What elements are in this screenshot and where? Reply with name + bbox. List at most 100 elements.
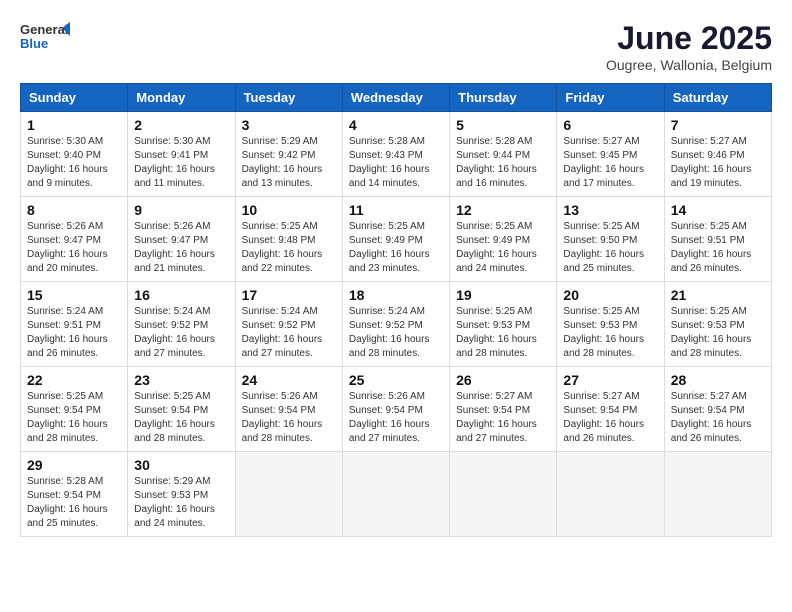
day-number: 17 xyxy=(242,287,336,303)
calendar-cell: 26 Sunrise: 5:27 AMSunset: 9:54 PMDaylig… xyxy=(450,367,557,452)
day-number: 20 xyxy=(563,287,657,303)
calendar-cell: 11 Sunrise: 5:25 AMSunset: 9:49 PMDaylig… xyxy=(342,197,449,282)
day-number: 12 xyxy=(456,202,550,218)
day-number: 1 xyxy=(27,117,121,133)
day-info: Sunrise: 5:26 AMSunset: 9:54 PMDaylight:… xyxy=(349,390,443,446)
day-info: Sunrise: 5:24 AMSunset: 9:52 PMDaylight:… xyxy=(242,305,336,361)
day-info: Sunrise: 5:30 AMSunset: 9:40 PMDaylight:… xyxy=(27,135,121,191)
calendar-cell xyxy=(450,452,557,537)
day-number: 4 xyxy=(349,117,443,133)
day-number: 29 xyxy=(27,457,121,473)
calendar-cell: 2 Sunrise: 5:30 AMSunset: 9:41 PMDayligh… xyxy=(128,112,235,197)
day-info: Sunrise: 5:25 AMSunset: 9:49 PMDaylight:… xyxy=(349,220,443,276)
day-info: Sunrise: 5:27 AMSunset: 9:54 PMDaylight:… xyxy=(456,390,550,446)
calendar-cell: 13 Sunrise: 5:25 AMSunset: 9:50 PMDaylig… xyxy=(557,197,664,282)
week-row-4: 22 Sunrise: 5:25 AMSunset: 9:54 PMDaylig… xyxy=(21,367,772,452)
col-friday: Friday xyxy=(557,84,664,112)
calendar-cell xyxy=(235,452,342,537)
day-info: Sunrise: 5:28 AMSunset: 9:44 PMDaylight:… xyxy=(456,135,550,191)
day-info: Sunrise: 5:25 AMSunset: 9:53 PMDaylight:… xyxy=(456,305,550,361)
calendar-cell xyxy=(342,452,449,537)
calendar-cell: 8 Sunrise: 5:26 AMSunset: 9:47 PMDayligh… xyxy=(21,197,128,282)
day-number: 13 xyxy=(563,202,657,218)
day-number: 10 xyxy=(242,202,336,218)
day-info: Sunrise: 5:24 AMSunset: 9:51 PMDaylight:… xyxy=(27,305,121,361)
col-tuesday: Tuesday xyxy=(235,84,342,112)
day-info: Sunrise: 5:26 AMSunset: 9:47 PMDaylight:… xyxy=(27,220,121,276)
day-info: Sunrise: 5:26 AMSunset: 9:47 PMDaylight:… xyxy=(134,220,228,276)
calendar-cell: 7 Sunrise: 5:27 AMSunset: 9:46 PMDayligh… xyxy=(664,112,771,197)
day-info: Sunrise: 5:25 AMSunset: 9:53 PMDaylight:… xyxy=(563,305,657,361)
calendar-cell: 10 Sunrise: 5:25 AMSunset: 9:48 PMDaylig… xyxy=(235,197,342,282)
day-number: 11 xyxy=(349,202,443,218)
day-number: 23 xyxy=(134,372,228,388)
day-info: Sunrise: 5:27 AMSunset: 9:45 PMDaylight:… xyxy=(563,135,657,191)
day-info: Sunrise: 5:29 AMSunset: 9:53 PMDaylight:… xyxy=(134,475,228,531)
day-info: Sunrise: 5:24 AMSunset: 9:52 PMDaylight:… xyxy=(134,305,228,361)
day-number: 18 xyxy=(349,287,443,303)
day-info: Sunrise: 5:25 AMSunset: 9:53 PMDaylight:… xyxy=(671,305,765,361)
day-number: 25 xyxy=(349,372,443,388)
day-info: Sunrise: 5:27 AMSunset: 9:46 PMDaylight:… xyxy=(671,135,765,191)
calendar-cell: 23 Sunrise: 5:25 AMSunset: 9:54 PMDaylig… xyxy=(128,367,235,452)
calendar-cell: 20 Sunrise: 5:25 AMSunset: 9:53 PMDaylig… xyxy=(557,282,664,367)
day-info: Sunrise: 5:25 AMSunset: 9:50 PMDaylight:… xyxy=(563,220,657,276)
page-header: General Blue June 2025 Ougree, Wallonia,… xyxy=(20,20,772,73)
calendar-cell: 17 Sunrise: 5:24 AMSunset: 9:52 PMDaylig… xyxy=(235,282,342,367)
calendar-cell: 28 Sunrise: 5:27 AMSunset: 9:54 PMDaylig… xyxy=(664,367,771,452)
col-saturday: Saturday xyxy=(664,84,771,112)
day-number: 24 xyxy=(242,372,336,388)
day-number: 19 xyxy=(456,287,550,303)
calendar-cell xyxy=(557,452,664,537)
logo: General Blue xyxy=(20,20,70,55)
day-info: Sunrise: 5:27 AMSunset: 9:54 PMDaylight:… xyxy=(671,390,765,446)
week-row-5: 29 Sunrise: 5:28 AMSunset: 9:54 PMDaylig… xyxy=(21,452,772,537)
calendar-cell: 4 Sunrise: 5:28 AMSunset: 9:43 PMDayligh… xyxy=(342,112,449,197)
col-monday: Monday xyxy=(128,84,235,112)
calendar-cell: 27 Sunrise: 5:27 AMSunset: 9:54 PMDaylig… xyxy=(557,367,664,452)
calendar-cell: 21 Sunrise: 5:25 AMSunset: 9:53 PMDaylig… xyxy=(664,282,771,367)
svg-text:General: General xyxy=(20,22,68,37)
day-number: 2 xyxy=(134,117,228,133)
col-wednesday: Wednesday xyxy=(342,84,449,112)
day-info: Sunrise: 5:26 AMSunset: 9:54 PMDaylight:… xyxy=(242,390,336,446)
day-info: Sunrise: 5:25 AMSunset: 9:54 PMDaylight:… xyxy=(134,390,228,446)
day-number: 16 xyxy=(134,287,228,303)
week-row-1: 1 Sunrise: 5:30 AMSunset: 9:40 PMDayligh… xyxy=(21,112,772,197)
calendar-cell: 24 Sunrise: 5:26 AMSunset: 9:54 PMDaylig… xyxy=(235,367,342,452)
day-number: 9 xyxy=(134,202,228,218)
calendar-cell: 30 Sunrise: 5:29 AMSunset: 9:53 PMDaylig… xyxy=(128,452,235,537)
calendar-cell: 1 Sunrise: 5:30 AMSunset: 9:40 PMDayligh… xyxy=(21,112,128,197)
calendar-cell: 16 Sunrise: 5:24 AMSunset: 9:52 PMDaylig… xyxy=(128,282,235,367)
day-number: 28 xyxy=(671,372,765,388)
calendar-cell: 29 Sunrise: 5:28 AMSunset: 9:54 PMDaylig… xyxy=(21,452,128,537)
calendar-cell: 15 Sunrise: 5:24 AMSunset: 9:51 PMDaylig… xyxy=(21,282,128,367)
day-number: 26 xyxy=(456,372,550,388)
calendar-cell: 6 Sunrise: 5:27 AMSunset: 9:45 PMDayligh… xyxy=(557,112,664,197)
day-info: Sunrise: 5:25 AMSunset: 9:48 PMDaylight:… xyxy=(242,220,336,276)
day-number: 21 xyxy=(671,287,765,303)
day-number: 15 xyxy=(27,287,121,303)
logo-icon: General Blue xyxy=(20,20,70,55)
calendar-cell: 5 Sunrise: 5:28 AMSunset: 9:44 PMDayligh… xyxy=(450,112,557,197)
day-number: 14 xyxy=(671,202,765,218)
calendar-cell: 14 Sunrise: 5:25 AMSunset: 9:51 PMDaylig… xyxy=(664,197,771,282)
day-info: Sunrise: 5:25 AMSunset: 9:49 PMDaylight:… xyxy=(456,220,550,276)
day-info: Sunrise: 5:30 AMSunset: 9:41 PMDaylight:… xyxy=(134,135,228,191)
calendar-title: June 2025 xyxy=(606,20,772,57)
day-info: Sunrise: 5:28 AMSunset: 9:43 PMDaylight:… xyxy=(349,135,443,191)
week-row-3: 15 Sunrise: 5:24 AMSunset: 9:51 PMDaylig… xyxy=(21,282,772,367)
day-number: 7 xyxy=(671,117,765,133)
col-thursday: Thursday xyxy=(450,84,557,112)
calendar-cell: 12 Sunrise: 5:25 AMSunset: 9:49 PMDaylig… xyxy=(450,197,557,282)
calendar-table: Sunday Monday Tuesday Wednesday Thursday… xyxy=(20,83,772,537)
day-info: Sunrise: 5:25 AMSunset: 9:54 PMDaylight:… xyxy=(27,390,121,446)
day-number: 5 xyxy=(456,117,550,133)
day-number: 8 xyxy=(27,202,121,218)
day-info: Sunrise: 5:24 AMSunset: 9:52 PMDaylight:… xyxy=(349,305,443,361)
calendar-subtitle: Ougree, Wallonia, Belgium xyxy=(606,57,772,73)
calendar-cell: 3 Sunrise: 5:29 AMSunset: 9:42 PMDayligh… xyxy=(235,112,342,197)
day-number: 6 xyxy=(563,117,657,133)
day-info: Sunrise: 5:25 AMSunset: 9:51 PMDaylight:… xyxy=(671,220,765,276)
title-block: June 2025 Ougree, Wallonia, Belgium xyxy=(606,20,772,73)
